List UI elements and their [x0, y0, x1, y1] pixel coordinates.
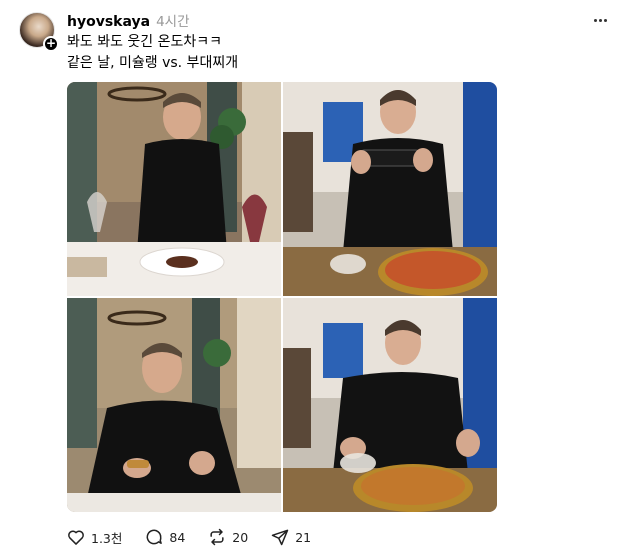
share-count: 21 — [295, 529, 312, 545]
repost-count: 20 — [232, 529, 249, 545]
more-icon[interactable] — [591, 12, 609, 28]
like-button[interactable]: 1.3천 — [66, 527, 122, 547]
comment-icon — [146, 529, 163, 545]
post-actions: 1.3천 84 20 21 — [66, 526, 333, 548]
share-button[interactable]: 21 — [270, 527, 311, 547]
heart-icon — [68, 530, 84, 545]
repost-icon — [210, 528, 224, 546]
caption-line-1: 봐도 봐도 웃긴 온도차ㅋㅋ — [67, 34, 223, 50]
comment-count: 84 — [169, 529, 186, 545]
caption-line-2: 같은 날, 미슐랭 vs. 부대찌개 — [67, 55, 239, 71]
like-count: 1.3천 — [91, 530, 123, 546]
plus-icon[interactable]: + — [43, 36, 59, 52]
post-header: hyovskaya 4시간 — [67, 10, 190, 30]
repost-button[interactable]: 20 — [207, 527, 248, 547]
photo-fine-dining[interactable] — [67, 82, 281, 296]
username[interactable]: hyovskaya — [67, 14, 150, 30]
photo-grid — [67, 82, 497, 512]
photo-taking-picture[interactable] — [283, 82, 497, 296]
avatar[interactable]: + — [19, 12, 59, 52]
comment-button[interactable]: 84 — [144, 527, 185, 547]
thread-post: + hyovskaya 4시간 봐도 봐도 웃긴 온도차ㅋㅋ 같은 날, 미슐랭… — [0, 0, 625, 551]
post-caption: 봐도 봐도 웃긴 온도차ㅋㅋ 같은 날, 미슐랭 vs. 부대찌개 — [67, 32, 238, 74]
photo-budae-jjigae[interactable] — [283, 298, 497, 512]
post-time[interactable]: 4시간 — [156, 10, 189, 30]
share-icon — [271, 529, 289, 546]
photo-eating-appetizer[interactable] — [67, 298, 281, 512]
